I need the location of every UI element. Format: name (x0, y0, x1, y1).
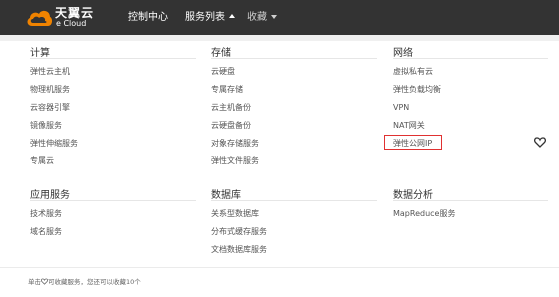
category-title-app-services: 应用服务 (30, 190, 70, 201)
divider (30, 58, 196, 59)
divider (393, 200, 548, 201)
nav-control-center[interactable]: 控制中心 (128, 0, 168, 35)
divider (211, 200, 377, 201)
category-title-database: 数据库 (211, 190, 241, 201)
menu-item-file-service[interactable]: 弹性文件服务 (211, 156, 259, 166)
divider (393, 58, 548, 59)
favorites-hint: 单击 可收藏服务，您还可以收藏10个 (28, 278, 141, 287)
nav-favorites[interactable]: 收藏 (247, 0, 277, 35)
menu-item-tech-service[interactable]: 技术服务 (30, 209, 62, 219)
brand-name: 天翼云 (55, 6, 95, 20)
menu-item-load-balancer[interactable]: 弹性负载均衡 (393, 85, 441, 95)
caret-up-icon (229, 14, 235, 18)
menu-item-rds[interactable]: 关系型数据库 (211, 209, 259, 219)
menu-item-server-backup[interactable]: 云主机备份 (211, 103, 251, 113)
menu-top-strip (0, 35, 559, 41)
divider (211, 58, 377, 59)
menu-item-vpn[interactable]: VPN (393, 103, 409, 113)
favorites-hint-post: 可收藏服务，您还可以收藏10个 (48, 278, 141, 286)
menu-item-object-storage[interactable]: 对象存储服务 (211, 139, 259, 149)
menu-item-ecs[interactable]: 弹性云主机 (30, 67, 70, 77)
menu-item-dedicated-cloud[interactable]: 专属云 (30, 156, 54, 166)
menu-item-dedicated-storage[interactable]: 专属存储 (211, 85, 243, 95)
menu-item-distributed-cache[interactable]: 分布式缓存服务 (211, 227, 267, 237)
menu-item-container-engine[interactable]: 云容器引擎 (30, 103, 70, 113)
menu-item-nat-gateway[interactable]: NAT网关 (393, 121, 425, 131)
cloud-logo-icon (27, 10, 53, 26)
divider (30, 200, 196, 201)
heart-icon[interactable] (534, 137, 546, 148)
highlight-box (384, 135, 442, 150)
favorites-hint-pre: 单击 (28, 278, 41, 286)
nav-service-list[interactable]: 服务列表 (185, 0, 235, 35)
menu-item-mapreduce[interactable]: MapReduce服务 (393, 209, 455, 219)
heart-outline-icon (40, 278, 49, 285)
menu-item-vpc[interactable]: 虚拟私有云 (393, 67, 433, 77)
category-title-data-analytics: 数据分析 (393, 190, 433, 201)
menu-item-image-service[interactable]: 镜像服务 (30, 121, 62, 131)
brand-logo[interactable]: 天翼云 e Cloud (25, 7, 120, 29)
menu-item-bare-metal[interactable]: 物理机服务 (30, 85, 70, 95)
nav-service-list-label: 服务列表 (185, 12, 225, 23)
menu-item-auto-scaling[interactable]: 弹性伸缩服务 (30, 139, 78, 149)
top-nav-bar: 天翼云 e Cloud 控制中心 服务列表 收藏 (0, 0, 559, 35)
footer-divider (0, 267, 559, 268)
caret-down-icon (271, 15, 277, 19)
menu-item-cloud-disk[interactable]: 云硬盘 (211, 67, 235, 77)
category-title-network: 网络 (393, 48, 413, 59)
category-title-storage: 存储 (211, 48, 231, 59)
menu-item-document-db[interactable]: 文档数据库服务 (211, 245, 267, 255)
menu-item-disk-backup[interactable]: 云硬盘备份 (211, 121, 251, 131)
category-title-compute: 计算 (30, 48, 50, 59)
nav-favorites-label: 收藏 (247, 12, 267, 23)
brand-name-en: e Cloud (56, 19, 87, 28)
menu-item-domain-service[interactable]: 域名服务 (30, 227, 62, 237)
